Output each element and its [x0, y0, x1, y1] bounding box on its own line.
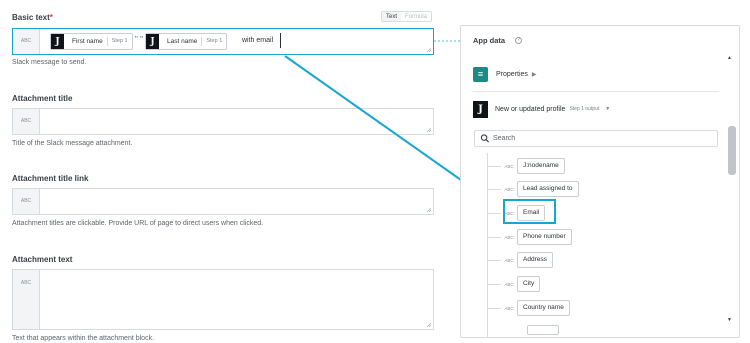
field-chip[interactable]: Lead assigned to [517, 181, 579, 197]
field-chip[interactable]: Address [517, 252, 553, 268]
resize-grip-icon[interactable] [426, 47, 431, 52]
resize-grip-icon[interactable] [426, 127, 431, 132]
attachment-text-help: Text that appears within the attachment … [12, 335, 155, 342]
chevron-right-icon: ▶ [531, 71, 537, 78]
resize-grip-icon[interactable] [426, 322, 431, 327]
attachment-title-link-label: Attachment title link [12, 174, 89, 183]
tree-tick [487, 307, 501, 309]
list-item-partial [527, 322, 559, 337]
attachment-title-link-input[interactable]: ABC [12, 188, 434, 215]
tree-tick [487, 212, 501, 214]
panel-scrollbar[interactable]: ▲ ▼ [726, 55, 736, 330]
field-chip[interactable]: J:nodename [517, 158, 565, 174]
source-label: New or updated profile [495, 105, 566, 113]
abc-type-icon: ABC [504, 281, 514, 287]
token-label: Last name [167, 38, 198, 45]
token-step: Step 1 [106, 37, 132, 46]
formula-toggle-option[interactable]: Formula [401, 12, 431, 21]
attachment-title-help: Title of the Slack message attachment. [12, 140, 133, 147]
abc-type-icon: ABC [504, 186, 514, 192]
abc-type-icon: ABC [13, 189, 40, 214]
source-sublabel: Step 1 output [569, 106, 600, 112]
attachment-text-input[interactable]: ABC [12, 269, 434, 330]
resize-grip-icon[interactable] [426, 207, 431, 212]
scroll-down-icon[interactable]: ▼ [727, 317, 732, 323]
abc-type-icon: ABC [504, 305, 514, 311]
app-data-panel: App data ? ≡ Properties ▶ J New or updat… [460, 25, 740, 338]
selected-email-highlight [503, 199, 556, 224]
search-icon [480, 134, 490, 143]
divider [473, 91, 719, 92]
field-chip-partial [527, 325, 559, 335]
attachment-title-label: Attachment title [12, 94, 73, 103]
basic-text-label: Basic text* [12, 13, 53, 22]
help-icon[interactable]: ? [515, 37, 522, 44]
text-caret [280, 33, 281, 48]
tree-tick [487, 236, 501, 238]
abc-type-icon: ABC [13, 109, 40, 134]
token-label: First name [72, 38, 103, 45]
text-toggle-option[interactable]: Text [382, 12, 402, 21]
jotform-icon: J [51, 34, 64, 49]
properties-list-icon: ≡ [473, 66, 488, 82]
field-chip[interactable]: City [517, 276, 541, 292]
list-item[interactable]: ABC Address [487, 252, 553, 268]
panel-title: App data [473, 36, 506, 45]
field-chip[interactable]: Country name [517, 300, 570, 316]
basic-text-input[interactable]: ABC J First name Step 1 " " J Last name … [12, 28, 434, 55]
chevron-down-icon[interactable]: ▼ [605, 106, 610, 112]
search-input[interactable] [493, 135, 693, 142]
last-name-token[interactable]: J Last name Step 1 [145, 33, 228, 50]
basic-text-help: Slack message to send. [12, 59, 87, 66]
tree-tick [487, 283, 501, 285]
attachment-text-label: Attachment text [12, 255, 73, 264]
jotform-icon: J [473, 100, 488, 118]
properties-label: Properties [496, 70, 528, 78]
list-item[interactable]: ABC Phone number [487, 229, 572, 245]
basic-text-label-text: Basic text [12, 13, 50, 22]
abc-type-icon: ABC [504, 257, 514, 263]
list-item[interactable]: ABC City [487, 276, 541, 292]
source-step-row[interactable]: J New or updated profile Step 1 output ▼ [473, 99, 719, 119]
list-item[interactable]: ABC Lead assigned to [487, 181, 579, 197]
abc-type-icon: ABC [504, 234, 514, 240]
attachment-title-link-help: Attachment titles are clickable. Provide… [12, 220, 264, 227]
abc-type-icon: ABC [13, 270, 40, 329]
list-item[interactable]: ABC Country name [487, 300, 570, 316]
space-separator: " " [135, 35, 143, 44]
field-chip[interactable]: Phone number [517, 229, 572, 245]
token-step: Step 1 [201, 37, 226, 46]
scroll-thumb[interactable] [728, 126, 736, 175]
list-item[interactable]: ABC J:nodename [487, 158, 565, 174]
first-name-token[interactable]: J First name Step 1 [50, 33, 133, 50]
abc-type-icon: ABC [504, 163, 514, 169]
abc-type-icon: ABC [13, 29, 40, 54]
search-box[interactable] [474, 130, 718, 147]
trailing-text: with email [242, 37, 274, 44]
jotform-icon: J [146, 34, 159, 49]
required-mark: * [49, 13, 53, 22]
text-formula-toggle: Text Formula [381, 11, 433, 22]
scroll-up-icon[interactable]: ▲ [727, 55, 732, 61]
tree-tick [487, 188, 501, 190]
properties-row[interactable]: ≡ Properties ▶ [473, 64, 719, 84]
tree-tick [487, 165, 501, 167]
attachment-title-input[interactable]: ABC [12, 108, 434, 135]
tree-tick [487, 259, 501, 261]
